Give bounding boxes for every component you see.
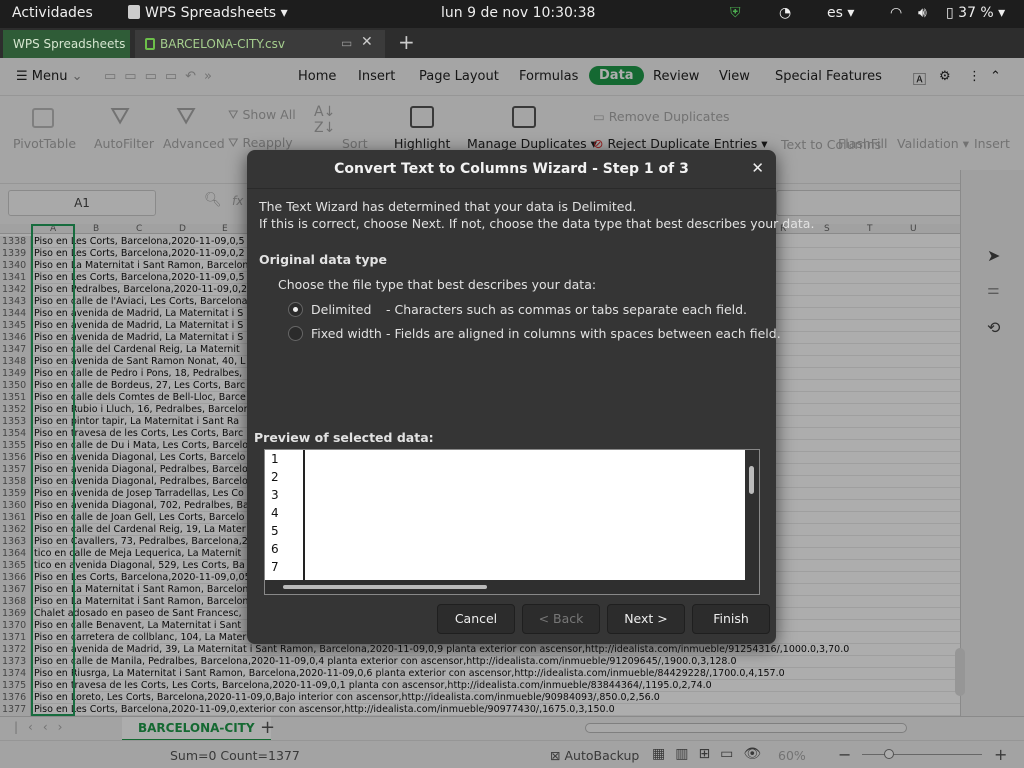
preview-label: Preview of selected data: — [254, 430, 434, 445]
close-tab-icon[interactable]: ✕ — [361, 34, 373, 50]
shield-icon[interactable]: ⛨ — [730, 5, 741, 21]
activities-button[interactable]: Actividades — [12, 5, 93, 21]
language-label: es — [827, 5, 843, 21]
preview-vscroll-thumb[interactable] — [749, 466, 754, 494]
preview-line: 6 — [271, 542, 279, 556]
close-icon[interactable]: ✕ — [751, 159, 764, 177]
language-indicator[interactable]: es ▾ — [827, 5, 854, 21]
app-menu-label: WPS Spreadsheets — [145, 5, 277, 21]
preview-line-numbers: 1 2 3 4 5 6 7 — [265, 450, 303, 580]
section-title: Original data type — [259, 252, 387, 267]
preview-line: 1 — [271, 452, 279, 466]
finish-button[interactable]: Finish — [692, 604, 770, 634]
app-menu[interactable]: WPS Spreadsheets ▾ — [128, 5, 288, 21]
document-tabs-bar: WPS Spreadsheets BARCELONA-CITY.csv ▭ ✕ … — [0, 28, 1024, 58]
new-tab-icon[interactable]: + — [398, 30, 415, 54]
preview-line: 2 — [271, 470, 279, 484]
data-preview[interactable]: 1 2 3 4 5 6 7 — [264, 449, 760, 595]
title-divider — [247, 188, 776, 189]
preview-line: 4 — [271, 506, 279, 520]
cancel-button[interactable]: Cancel — [437, 604, 515, 634]
speedometer-icon[interactable]: ◔ — [779, 5, 791, 21]
wps-app-icon — [128, 5, 140, 19]
dialog-title: Convert Text to Columns Wizard - Step 1 … — [334, 161, 689, 177]
preview-horizontal-scrollbar[interactable] — [265, 580, 759, 594]
delimited-label[interactable]: Delimited — [311, 302, 371, 317]
fixed-width-description: - Fields are aligned in columns with spa… — [386, 326, 781, 341]
preview-gutter — [303, 450, 305, 580]
fixed-width-radio[interactable] — [288, 326, 303, 341]
window-restore-icon[interactable]: ▭ — [341, 36, 352, 50]
next-button[interactable]: Next > — [607, 604, 685, 634]
delimited-description: - Characters such as commas or tabs sepa… — [386, 302, 748, 317]
text-to-columns-dialog: Convert Text to Columns Wizard - Step 1 … — [247, 150, 814, 644]
preview-line: 3 — [271, 488, 279, 502]
battery-indicator[interactable]: ▯ 37 % ▾ — [946, 5, 1005, 21]
back-button[interactable]: < Back — [522, 604, 600, 634]
clock[interactable]: lun 9 de nov 10:30:38 — [441, 5, 595, 21]
preview-vertical-scrollbar[interactable] — [745, 450, 759, 580]
tab-barcelona-csv[interactable]: BARCELONA-CITY.csv ▭ ✕ — [135, 30, 385, 58]
spreadsheet-file-icon — [145, 38, 155, 50]
tab-file-label: BARCELONA-CITY.csv — [160, 37, 286, 51]
delimited-radio[interactable] — [288, 302, 303, 317]
fixed-width-label[interactable]: Fixed width — [311, 326, 382, 341]
volume-icon[interactable]: 🔊︎ — [918, 5, 927, 21]
preview-line: 5 — [271, 524, 279, 538]
wifi-icon[interactable]: ◠ — [890, 5, 902, 21]
preview-hscroll-thumb[interactable] — [283, 585, 487, 589]
battery-percent: 37 % — [958, 5, 994, 21]
system-top-bar: Actividades WPS Spreadsheets ▾ lun 9 de … — [0, 0, 1024, 28]
chevron-down-icon: ▾ — [280, 5, 288, 21]
tab-wps-home[interactable]: WPS Spreadsheets — [3, 30, 130, 58]
choose-label: Choose the file type that best describes… — [278, 277, 597, 292]
intro-line-1: The Text Wizard has determined that your… — [259, 199, 637, 214]
preview-line: 7 — [271, 560, 279, 574]
intro-line-2: If this is correct, choose Next. If not,… — [259, 216, 815, 231]
